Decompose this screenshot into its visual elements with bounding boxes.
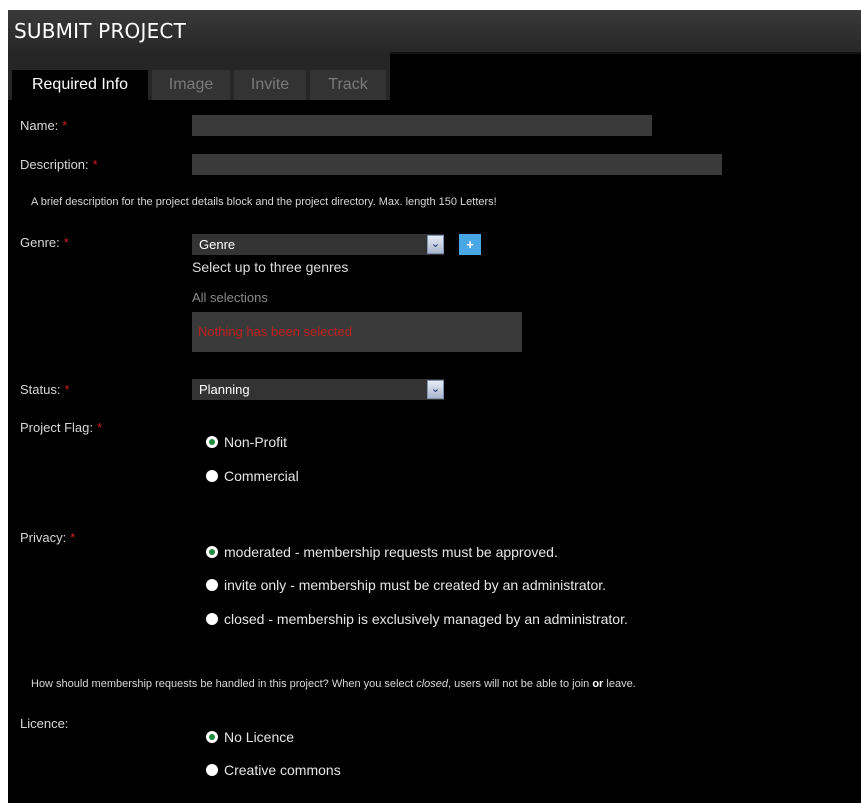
required-marker: * [63, 235, 69, 250]
radio-commercial[interactable]: Commercial [206, 468, 299, 486]
add-genre-button[interactable]: + [459, 234, 481, 255]
radio-unchecked-icon[interactable] [206, 613, 218, 626]
submit-project-panel: SUBMIT PROJECT Required Info Image Invit… [8, 10, 861, 803]
radio-non-profit[interactable]: Non-Profit [206, 434, 287, 452]
status-label: Status: * [20, 382, 70, 397]
radio-creative-commons[interactable]: Creative commons [206, 762, 341, 780]
chevron-down-icon[interactable]: ⌄ [427, 380, 444, 399]
required-marker: * [92, 157, 98, 172]
description-help: A brief description for the project deta… [31, 196, 497, 208]
tab-invite[interactable]: Invite [234, 70, 306, 100]
description-input[interactable] [192, 154, 722, 175]
tab-required-info[interactable]: Required Info [12, 70, 148, 100]
status-select-value: Planning [199, 382, 250, 397]
genre-select[interactable]: Genre ⌄ [192, 234, 444, 255]
description-label: Description: * [20, 157, 98, 172]
required-marker: * [62, 118, 68, 133]
radio-checked-icon[interactable] [206, 436, 218, 449]
radio-invite-only[interactable]: invite only - membership must be created… [206, 577, 606, 595]
genre-selections-box: Nothing has been selected [192, 312, 522, 352]
all-selections-label: All selections [192, 290, 268, 305]
genre-select-value: Genre [199, 237, 236, 252]
header-divider [390, 52, 861, 54]
page-header: SUBMIT PROJECT [8, 10, 861, 52]
name-input[interactable] [192, 115, 652, 136]
radio-unchecked-icon[interactable] [206, 470, 218, 483]
radio-no-licence[interactable]: No Licence [206, 729, 294, 747]
status-select[interactable]: Planning ⌄ [192, 379, 444, 400]
radio-unchecked-icon[interactable] [206, 579, 218, 592]
licence-label: Licence: [20, 716, 69, 731]
tab-bar: Required Info Image Invite Track [8, 52, 390, 100]
chevron-down-icon[interactable]: ⌄ [427, 235, 444, 254]
empty-selection-message: Nothing has been selected [198, 324, 352, 339]
genre-label: Genre: * [20, 235, 69, 250]
tab-image[interactable]: Image [152, 70, 230, 100]
radio-checked-icon[interactable] [206, 546, 218, 559]
radio-checked-icon[interactable] [206, 731, 218, 744]
name-label: Name: * [20, 118, 68, 133]
genre-hint: Select up to three genres [192, 259, 349, 275]
required-marker: * [70, 530, 76, 545]
required-marker: * [64, 382, 70, 397]
radio-unchecked-icon[interactable] [206, 764, 218, 777]
required-marker: * [96, 420, 103, 435]
privacy-help: How should membership requests be handle… [31, 678, 636, 690]
radio-moderated[interactable]: moderated - membership requests must be … [206, 544, 558, 562]
privacy-label: Privacy: * [20, 530, 76, 545]
project-flag-label: Project Flag: * [20, 420, 103, 435]
radio-closed[interactable]: closed - membership is exclusively manag… [206, 611, 628, 629]
tab-track[interactable]: Track [310, 70, 386, 100]
page-title: SUBMIT PROJECT [14, 19, 186, 43]
